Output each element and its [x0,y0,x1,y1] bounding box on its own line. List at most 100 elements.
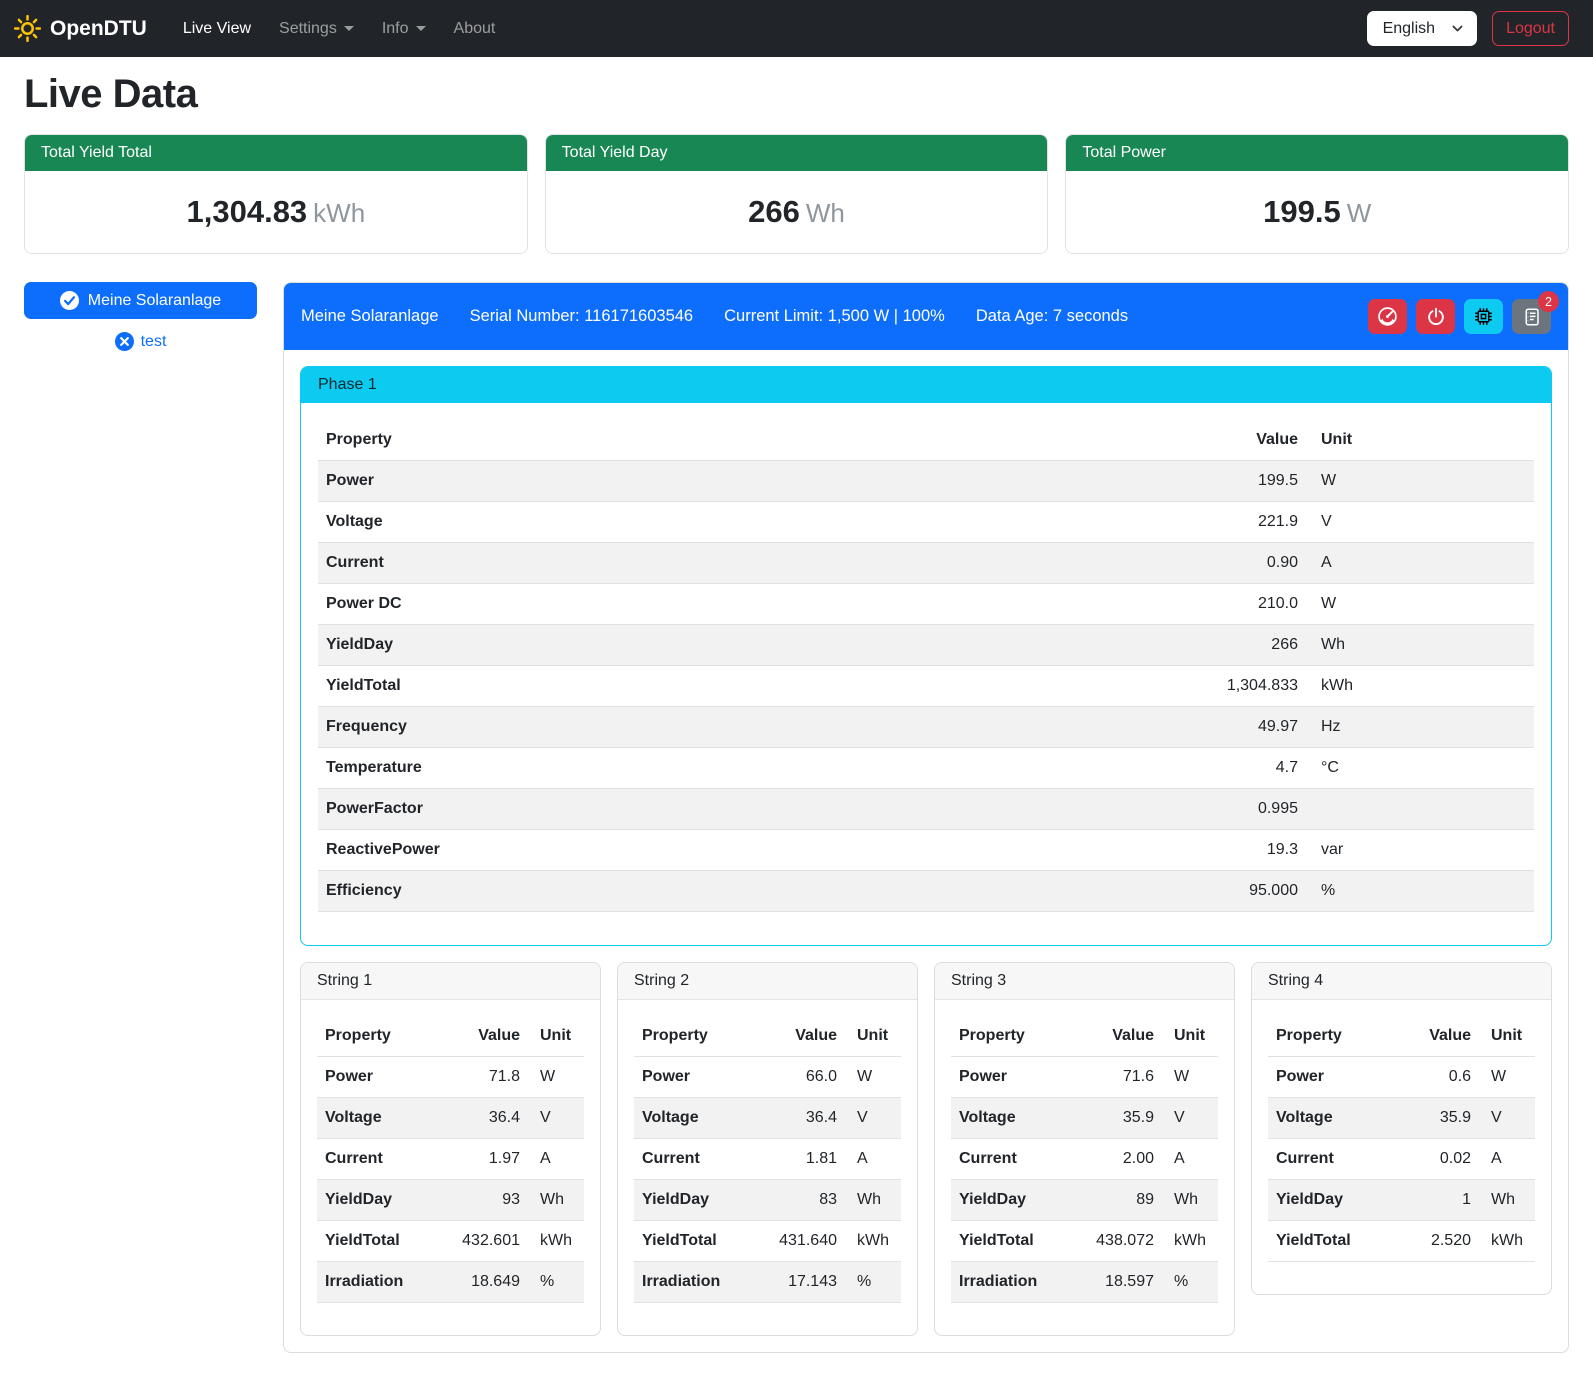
row-property: YieldDay [317,1180,440,1221]
nav-item-live-view[interactable]: Live View [169,12,265,46]
inverter-card-body: Phase 1 Property Value Unit [284,350,1568,1352]
row-property: Current [317,1139,440,1180]
power-settings-button[interactable] [1416,299,1455,334]
logout-button[interactable]: Logout [1492,11,1569,46]
column-unit: Unit [845,1016,901,1057]
row-unit: Hz [1306,707,1534,748]
summary-card-title: Total Yield Day [546,135,1048,171]
nav-item-info[interactable]: Info [368,12,440,46]
table-row: Irradiation 17.143 % [634,1262,901,1303]
row-value: 71.8 [440,1057,528,1098]
row-property: Irradiation [317,1262,440,1303]
summary-card-body: 199.5W [1066,171,1568,253]
row-value: 432.601 [440,1221,528,1262]
table-row: Power 71.8 W [317,1057,584,1098]
language-select[interactable]: English [1367,11,1477,46]
inverter-actions: 2 [1368,299,1551,334]
nav-item-settings[interactable]: Settings [265,12,368,46]
inverter-item-test[interactable]: test [24,332,257,351]
power-icon [1426,307,1446,327]
row-unit: W [845,1057,901,1098]
row-unit: kWh [1479,1221,1535,1262]
table-row: Current 1.81 A [634,1139,901,1180]
table-row: Power 66.0 W [634,1057,901,1098]
table-row: YieldDay 1 Wh [1268,1180,1535,1221]
row-value: 266 [1166,625,1306,666]
row-value: 49.97 [1166,707,1306,748]
row-property: Irradiation [634,1262,757,1303]
string-table: Property Value Unit [317,1016,584,1303]
nav-item-about[interactable]: About [440,12,510,46]
row-unit: Wh [1479,1180,1535,1221]
row-property: Power [1268,1057,1391,1098]
string-card: String 3 Property Value Unit [934,962,1235,1336]
row-property: YieldTotal [634,1221,757,1262]
row-unit: % [528,1262,584,1303]
row-property: Efficiency [318,871,1166,912]
column-value: Value [1074,1016,1162,1057]
table-row: PowerFactor 0.995 [318,789,1534,830]
row-value: 0.6 [1391,1057,1479,1098]
row-value: 19.3 [1166,830,1306,871]
table-row: YieldTotal 432.601 kWh [317,1221,584,1262]
table-row: Efficiency 95.000 % [318,871,1534,912]
inverter-serial: Serial Number: 116171603546 [470,307,694,326]
row-value: 1.81 [757,1139,845,1180]
summary-card-title: Total Yield Total [25,135,527,171]
row-value: 95.000 [1166,871,1306,912]
row-value: 221.9 [1166,502,1306,543]
row-value: 1 [1391,1180,1479,1221]
table-row: YieldTotal 431.640 kWh [634,1221,901,1262]
event-log-button[interactable]: 2 [1512,299,1551,334]
inverter-name: Meine Solaranlage [301,307,439,326]
row-unit: % [845,1262,901,1303]
row-unit: Wh [845,1180,901,1221]
brand-link[interactable]: OpenDTU [14,15,147,42]
event-count-badge: 2 [1538,291,1559,312]
row-value: 2.00 [1074,1139,1162,1180]
row-unit [1306,789,1534,830]
table-row: Current 0.90 A [318,543,1534,584]
row-property: Temperature [318,748,1166,789]
brand-label: OpenDTU [50,17,147,41]
row-property: PowerFactor [318,789,1166,830]
device-info-button[interactable] [1464,299,1503,334]
row-property: YieldTotal [1268,1221,1391,1262]
row-value: 1,304.833 [1166,666,1306,707]
column-unit: Unit [1162,1016,1218,1057]
string-card-title: String 4 [1252,963,1551,1000]
row-unit: kWh [845,1221,901,1262]
summary-card-value: 1,304.83 [187,194,308,229]
table-row: YieldDay 89 Wh [951,1180,1218,1221]
navbar: OpenDTU Live View Settings Info About En… [0,0,1593,57]
row-property: Current [318,543,1166,584]
column-property: Property [1268,1016,1391,1057]
row-unit: Wh [528,1180,584,1221]
main-container: Live Data Total Yield Total 1,304.83kWh … [0,72,1593,1381]
table-header-row: Property Value Unit [634,1016,901,1057]
column-property: Property [951,1016,1074,1057]
row-unit: A [845,1139,901,1180]
string-table: Property Value Unit [634,1016,901,1303]
row-property: Power [317,1057,440,1098]
row-property: Power [951,1057,1074,1098]
row-unit: W [1306,461,1534,502]
limit-settings-button[interactable] [1368,299,1407,334]
table-row: YieldDay 266 Wh [318,625,1534,666]
row-value: 66.0 [757,1057,845,1098]
row-value: 438.072 [1074,1221,1162,1262]
table-row: Voltage 36.4 V [634,1098,901,1139]
table-header-row: Property Value Unit [317,1016,584,1057]
row-value: 36.4 [440,1098,528,1139]
inverter-select-button[interactable]: Meine Solaranlage [24,282,257,319]
row-value: 199.5 [1166,461,1306,502]
row-property: Power DC [318,584,1166,625]
row-unit: V [1479,1098,1535,1139]
column-property: Property [634,1016,757,1057]
row-property: Power [318,461,1166,502]
table-row: YieldDay 83 Wh [634,1180,901,1221]
table-row: Current 1.97 A [317,1139,584,1180]
summary-card-title: Total Power [1066,135,1568,171]
nav-item-settings-label: Settings [279,20,337,38]
column-value: Value [757,1016,845,1057]
